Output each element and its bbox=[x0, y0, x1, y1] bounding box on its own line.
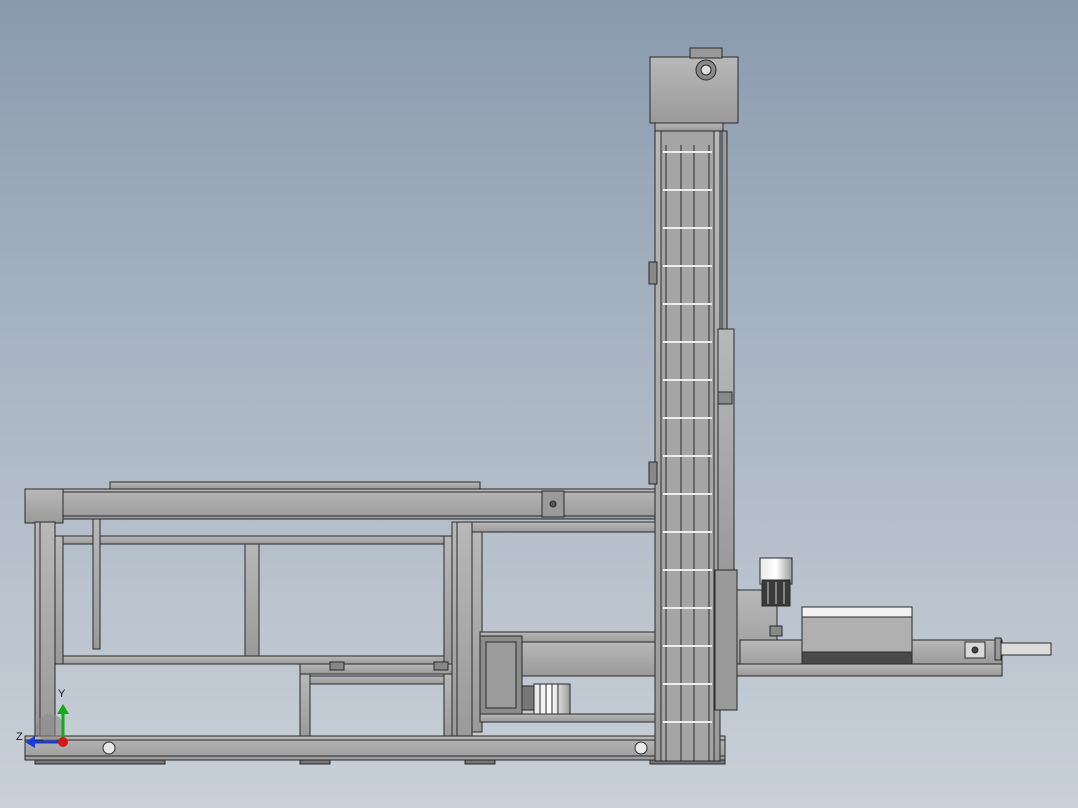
drive-unit bbox=[479, 631, 656, 723]
base-rail bbox=[24, 735, 726, 765]
cad-viewport[interactable]: Y Z bbox=[0, 0, 1078, 808]
lower-subframe bbox=[299, 661, 453, 739]
assembly-drawing bbox=[24, 47, 1052, 765]
horizontal-arm bbox=[736, 557, 1052, 677]
z-axis-label: Z bbox=[16, 731, 23, 743]
vertical-column bbox=[648, 47, 739, 762]
y-axis-label: Y bbox=[58, 688, 66, 700]
